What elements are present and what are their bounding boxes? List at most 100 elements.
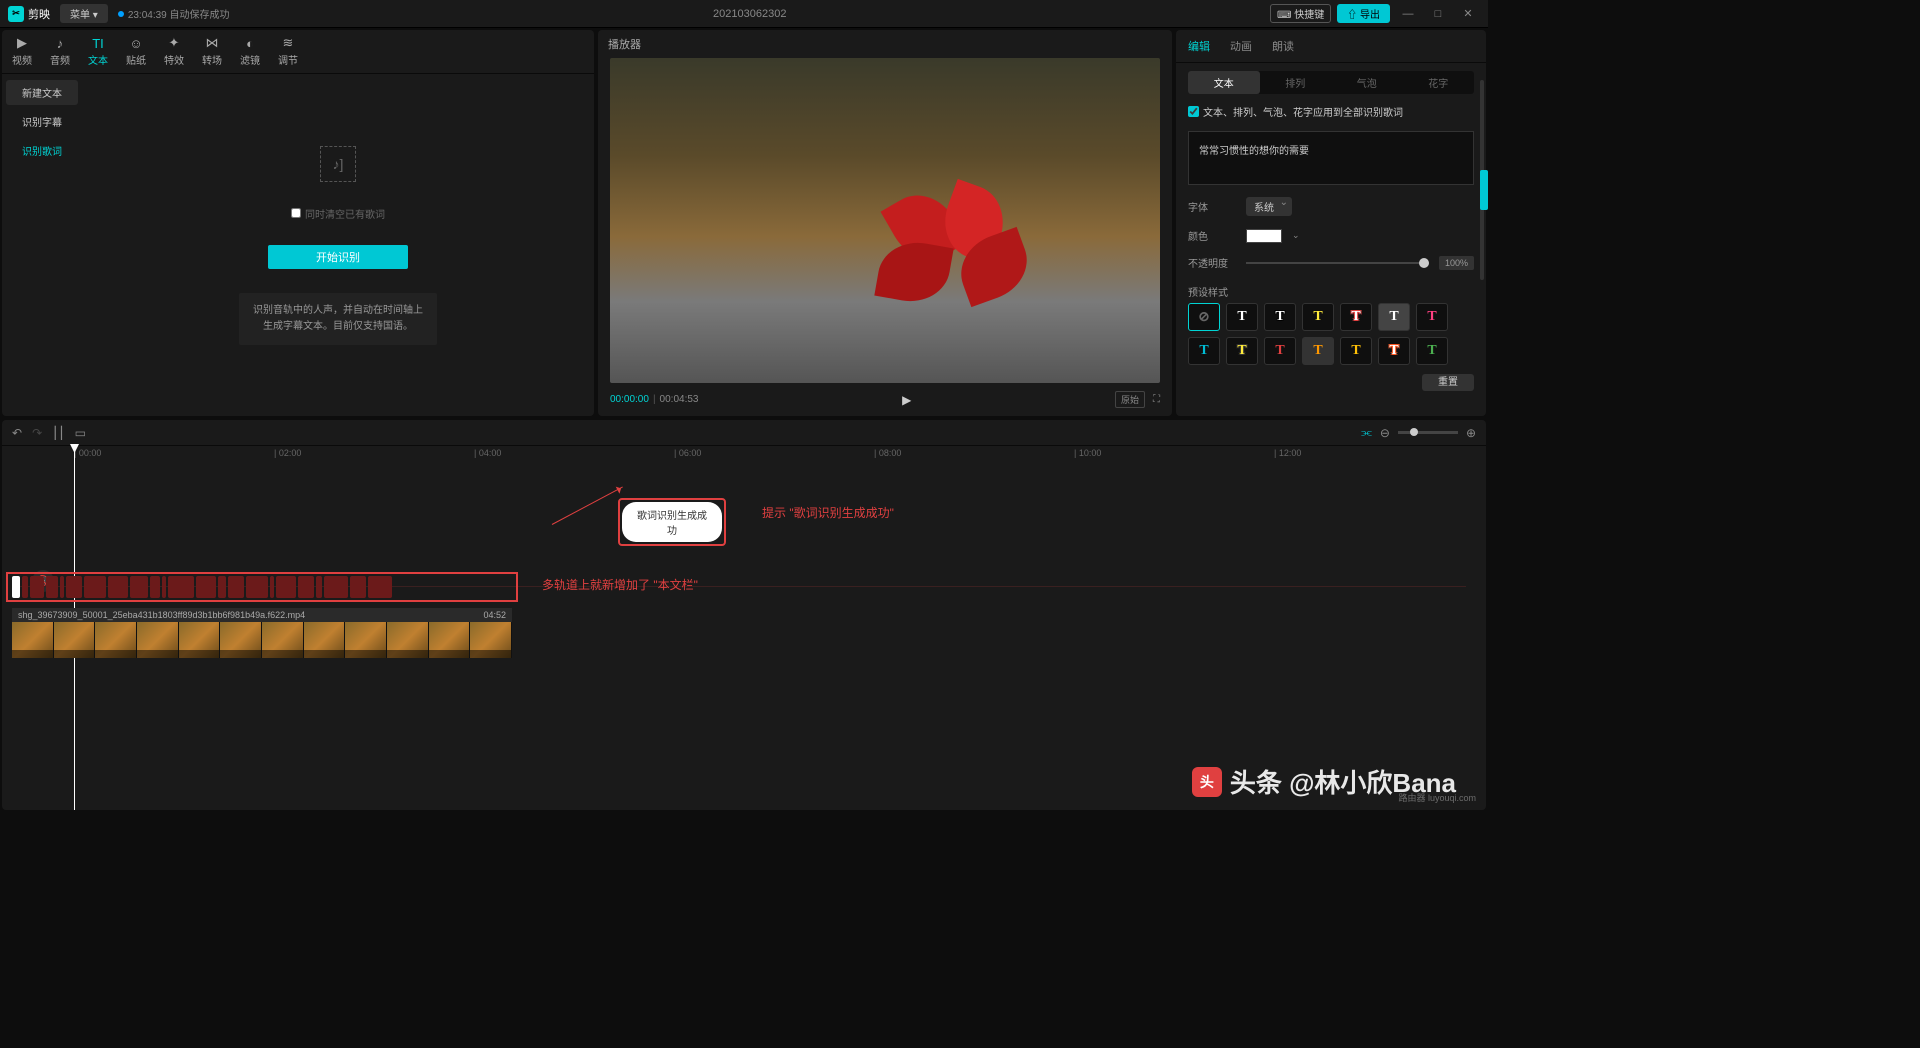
property-tab-编辑[interactable]: 编辑 [1188, 38, 1210, 54]
preset-style-13[interactable]: T [1416, 337, 1448, 365]
lyrics-text-track[interactable] [12, 576, 392, 598]
lyrics-clip[interactable] [30, 576, 44, 598]
property-tab-动画[interactable]: 动画 [1230, 38, 1252, 54]
sidebar-item-识别字幕[interactable]: 识别字幕 [6, 109, 78, 134]
maximize-button[interactable]: □ [1426, 8, 1450, 20]
shortcut-button[interactable]: ⌨ 快捷键 [1270, 4, 1331, 23]
timeline-ruler[interactable]: | 00:00| 02:00| 04:00| 06:00| 08:00| 10:… [74, 446, 1486, 464]
lyrics-clip[interactable] [228, 576, 244, 598]
minimize-button[interactable]: — [1396, 8, 1420, 20]
lyrics-clip[interactable] [350, 576, 366, 598]
property-subtab-花字[interactable]: 花字 [1403, 71, 1475, 94]
text-content-input[interactable]: 常常习惯性的想你的需要 [1188, 131, 1474, 185]
media-tab-转场[interactable]: ⋈转场 [202, 36, 222, 67]
lyrics-clip[interactable] [316, 576, 322, 598]
lyrics-clip[interactable] [276, 576, 296, 598]
media-tab-调节[interactable]: ≋调节 [278, 36, 298, 67]
zoom-in-button[interactable]: ⊕ [1466, 426, 1476, 440]
lyrics-clip[interactable] [150, 576, 160, 598]
color-dropdown-icon[interactable]: ⌄ [1292, 230, 1300, 241]
sidebar-item-识别歌词[interactable]: 识别歌词 [6, 138, 78, 163]
preset-style-1[interactable]: T [1226, 303, 1258, 331]
lyrics-clip[interactable] [12, 576, 20, 598]
preset-style-9[interactable]: T [1264, 337, 1296, 365]
titlebar: ✂ 剪映 菜单 ▾ 23:04:39 自动保存成功 202103062302 ⌨… [0, 0, 1488, 28]
sidebar-item-新建文本[interactable]: 新建文本 [6, 80, 78, 105]
lyrics-clip[interactable] [162, 576, 166, 598]
property-subtab-气泡[interactable]: 气泡 [1331, 71, 1403, 94]
video-thumbnails [12, 622, 512, 658]
property-tab-朗读[interactable]: 朗读 [1272, 38, 1294, 54]
lyrics-clip[interactable] [246, 576, 268, 598]
lyrics-clip[interactable] [218, 576, 226, 598]
preset-style-4[interactable]: T [1340, 303, 1372, 331]
preview-header: 播放器 [598, 30, 1172, 58]
play-button[interactable]: ▶ [698, 393, 1115, 407]
crop-button[interactable]: ▭ [75, 426, 86, 440]
undo-button[interactable]: ↶ [12, 426, 22, 440]
apply-all-checkbox[interactable]: 文本、排列、气泡、花字应用到全部识别歌词 [1176, 98, 1486, 125]
lyrics-clip[interactable] [270, 576, 274, 598]
opacity-slider[interactable] [1246, 262, 1429, 264]
lyrics-clip[interactable] [22, 576, 28, 598]
clear-existing-input[interactable] [291, 208, 301, 218]
lyrics-clip[interactable] [108, 576, 128, 598]
fullscreen-icon[interactable]: ⛶ [1153, 394, 1160, 405]
redo-button[interactable]: ↷ [32, 426, 42, 440]
property-subtab-排列[interactable]: 排列 [1260, 71, 1332, 94]
preset-style-7[interactable]: T [1188, 337, 1220, 365]
color-label: 颜色 [1188, 228, 1236, 243]
media-tab-贴纸[interactable]: ☺贴纸 [126, 36, 146, 67]
zoom-slider[interactable] [1398, 431, 1458, 434]
preset-style-5[interactable]: T [1378, 303, 1410, 331]
start-recognition-button[interactable]: 开始识别 [268, 245, 408, 269]
media-tab-滤镜[interactable]: ◐滤镜 [240, 36, 260, 67]
close-button[interactable]: ✕ [1456, 7, 1480, 20]
lyrics-clip[interactable] [130, 576, 148, 598]
preset-style-8[interactable]: T [1226, 337, 1258, 365]
lyrics-clip[interactable] [196, 576, 216, 598]
font-select[interactable]: 系统 [1246, 197, 1292, 216]
split-button[interactable]: ⎮⎮ [52, 426, 65, 440]
annotation-toast-box: 歌词识别生成成功 [618, 498, 726, 546]
aspect-ratio-button[interactable]: 原始 [1115, 391, 1145, 408]
media-tab-特效[interactable]: ✦特效 [164, 36, 184, 67]
media-tab-音频[interactable]: ♪音频 [50, 36, 70, 67]
lyrics-clip[interactable] [66, 576, 82, 598]
reset-button[interactable]: 重置 [1422, 374, 1474, 391]
media-tab-label: 视频 [12, 52, 32, 67]
preset-style-12[interactable]: T [1378, 337, 1410, 365]
zoom-out-button[interactable]: ⊖ [1380, 426, 1390, 440]
lyrics-clip[interactable] [60, 576, 64, 598]
magnet-icon[interactable]: ⫘ [1361, 425, 1372, 440]
ruler-tick: | 04:00 [474, 448, 501, 458]
lyrics-clip[interactable] [84, 576, 106, 598]
apply-all-input[interactable] [1188, 106, 1199, 117]
opacity-thumb[interactable] [1419, 258, 1429, 268]
preset-style-10[interactable]: T [1302, 337, 1334, 365]
property-tabs: 编辑 动画 朗读 [1176, 30, 1486, 63]
media-tab-文本[interactable]: TI文本 [88, 36, 108, 67]
clear-existing-checkbox[interactable]: 同时清空已有歌词 [291, 206, 385, 221]
preset-style-6[interactable]: T [1416, 303, 1448, 331]
preset-style-3[interactable]: T [1302, 303, 1334, 331]
menu-button[interactable]: 菜单 ▾ [60, 4, 108, 23]
media-tab-视频[interactable]: ▶视频 [12, 36, 32, 67]
media-tab-icon: ✦ [165, 36, 183, 50]
project-title: 202103062302 [230, 8, 1270, 20]
lyrics-clip[interactable] [168, 576, 194, 598]
lyrics-clip[interactable] [46, 576, 58, 598]
preset-style-0[interactable]: ⊘ [1188, 303, 1220, 331]
lyrics-clip[interactable] [324, 576, 348, 598]
export-button[interactable]: ⇧ 导出 [1337, 4, 1390, 23]
video-thumb [262, 622, 304, 658]
preset-style-2[interactable]: T [1264, 303, 1296, 331]
lyrics-clip[interactable] [298, 576, 314, 598]
color-picker[interactable] [1246, 229, 1282, 243]
video-track[interactable]: shg_39673909_50001_25eba431b1803ff89d3b1… [12, 608, 512, 658]
lyrics-clip[interactable] [368, 576, 392, 598]
property-subtab-文本[interactable]: 文本 [1188, 71, 1260, 94]
preview-viewport[interactable] [610, 58, 1160, 383]
apply-all-label: 文本、排列、气泡、花字应用到全部识别歌词 [1203, 104, 1403, 119]
preset-style-11[interactable]: T [1340, 337, 1372, 365]
